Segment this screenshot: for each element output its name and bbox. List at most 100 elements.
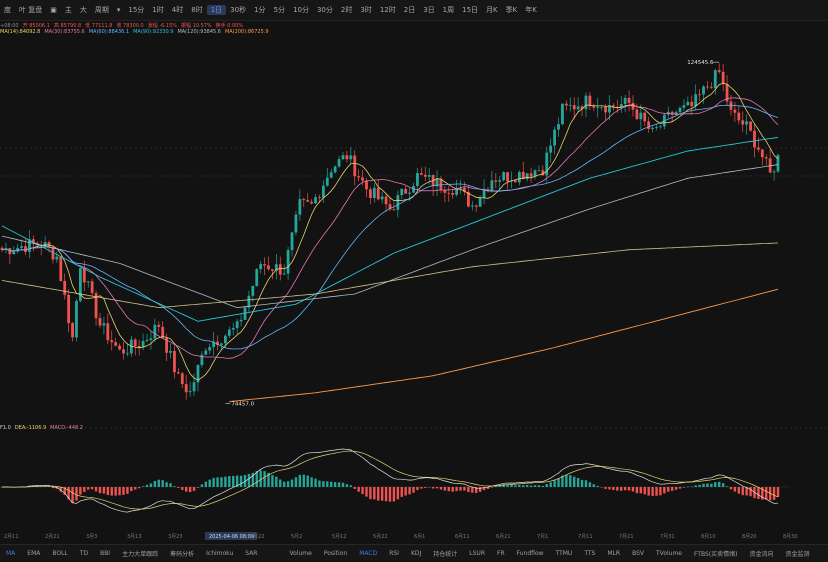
indicator-tab-left-0[interactable]: MA: [0, 550, 21, 557]
indicator-tab-right-6[interactable]: LSUR: [463, 550, 491, 557]
macd-histogram-bar: [384, 487, 388, 502]
indicator-tab-left-5[interactable]: 主力大单跟踪: [116, 549, 164, 558]
macd-histogram-bar: [290, 479, 294, 487]
candle-body: [294, 214, 298, 233]
timeframe-26[interactable]: 年K: [521, 5, 541, 15]
candle-body: [764, 157, 768, 159]
candle-body: [498, 180, 502, 182]
timeframe-22[interactable]: 1周: [439, 5, 458, 15]
candle-body: [16, 247, 20, 252]
indicator-tab-right-4[interactable]: KDJ: [405, 550, 427, 557]
candle-body: [380, 196, 384, 200]
timeframe-10[interactable]: 8时: [187, 5, 206, 15]
timeframe-1[interactable]: 叶 复盘: [15, 5, 46, 15]
timeframe-25[interactable]: 季K: [502, 5, 522, 15]
indicator-tab-right-0[interactable]: Volume: [283, 550, 317, 557]
candle-body: [133, 339, 137, 346]
candle-body: [106, 323, 110, 341]
macd-histogram-bar: [400, 487, 403, 497]
macd-histogram-bar: [608, 487, 611, 490]
macd-histogram-bar: [185, 487, 188, 492]
indicator-tab-right-13[interactable]: TVolume: [650, 550, 688, 557]
candle-body: [223, 335, 227, 344]
timeframe-11[interactable]: 1日: [206, 5, 227, 15]
macd-histogram-bar: [224, 476, 227, 487]
macd-histogram-bar: [181, 487, 184, 490]
candlestick-chart[interactable]: 124545.6 74457.0 2月11 2月21 3月3 3月13 3月23 2025-0…: [0, 20, 828, 544]
candle-body: [584, 95, 588, 110]
indicator-tab-right-11[interactable]: MLR: [601, 550, 626, 557]
timeframe-16[interactable]: 30分: [313, 5, 337, 15]
macd-histogram-bar: [424, 487, 427, 488]
indicator-tab-right-5[interactable]: 持仓统计: [427, 549, 463, 558]
timeframe-5[interactable]: 周期: [91, 5, 113, 15]
macd-histogram-bar: [396, 487, 400, 500]
macd-histogram-bar: [200, 484, 204, 487]
timeframe-19[interactable]: 12时: [376, 5, 400, 15]
timeframe-9[interactable]: 4时: [168, 5, 187, 15]
macd-histogram-bar: [141, 486, 145, 487]
indicator-tab-right-12[interactable]: BSV: [626, 550, 650, 557]
macd-histogram-bar: [118, 487, 121, 496]
x-tick-label-16: 7月31: [660, 534, 675, 540]
timeframe-13[interactable]: 1分: [250, 5, 269, 15]
macd-histogram-bar: [345, 484, 349, 487]
indicator-tab-right-3[interactable]: RSI: [383, 550, 405, 557]
timeframe-8[interactable]: 1时: [148, 5, 167, 15]
macd-histogram-bar: [349, 485, 353, 487]
macd-histogram-bar: [490, 487, 494, 488]
candle-body: [118, 345, 121, 350]
indicator-tab-right-9[interactable]: TTMU: [550, 550, 579, 557]
macd-histogram-bar: [137, 487, 141, 489]
macd-histogram-bar: [239, 475, 243, 487]
macd-histogram-bar: [616, 487, 619, 491]
timeframe-15[interactable]: 10分: [289, 5, 313, 15]
indicator-tab-right-2[interactable]: MACD: [353, 550, 383, 557]
candle-body: [220, 343, 223, 345]
indicator-tab-left-2[interactable]: BOLL: [46, 550, 73, 557]
indicator-tab-right-7[interactable]: FR: [491, 550, 511, 557]
indicator-tab-left-3[interactable]: TD: [74, 550, 94, 557]
indicator-tab-left-4[interactable]: BBI: [94, 550, 116, 557]
indicator-tab-left-1[interactable]: EMA: [21, 550, 46, 557]
timeframe-6[interactable]: ▾: [113, 6, 125, 14]
indicator-tab-right-15[interactable]: 资金流向: [744, 549, 780, 558]
macd-histogram-bar: [455, 487, 458, 492]
timeframe-0[interactable]: 度: [0, 5, 15, 15]
candle-body: [353, 155, 357, 177]
macd-histogram-bar: [549, 482, 552, 487]
indicator-tab-left-7[interactable]: Ichimoku: [200, 550, 239, 557]
timeframe-12[interactable]: 30秒: [226, 5, 250, 15]
indicator-tab-left-6[interactable]: 筹码分析: [164, 549, 200, 558]
timeframe-3[interactable]: 主: [61, 5, 76, 15]
indicator-tab-right-10[interactable]: TTS: [578, 550, 601, 557]
candle-body: [690, 101, 694, 107]
indicator-tab-left-8[interactable]: SAR: [239, 550, 263, 557]
timeframe-7[interactable]: 15分: [124, 5, 148, 15]
timeframe-20[interactable]: 2日: [400, 5, 419, 15]
macd-histogram-bar: [79, 487, 82, 495]
timeframe-14[interactable]: 5分: [270, 5, 289, 15]
macd-histogram-bar: [380, 487, 384, 501]
x-tick-label-1: 2月21: [45, 534, 60, 540]
indicator-tab-right-16[interactable]: 资金监测: [780, 549, 816, 558]
low-price-label: 74457.0: [231, 401, 254, 407]
timeframe-2[interactable]: ▣: [46, 6, 61, 14]
timeframe-24[interactable]: 月K: [482, 5, 502, 15]
indicator-tab-right-1[interactable]: Position: [318, 550, 353, 557]
timeframe-4[interactable]: 大: [76, 5, 91, 15]
candle-body: [451, 193, 455, 195]
indicator-tab-right-8[interactable]: Fundflow: [511, 550, 550, 557]
macd-histogram-bar: [369, 487, 372, 500]
timeframe-18[interactable]: 3时: [356, 5, 375, 15]
candle-body: [55, 256, 59, 260]
timeframe-21[interactable]: 3日: [419, 5, 438, 15]
timeframe-toolbar: 度叶 复盘 ▣ 主大周期 ▾ 15分 1时 4时 8时 1日 30秒 1分 5分 10分 30分 2时 3时 1…: [0, 0, 828, 21]
macd-histogram-bar: [725, 486, 729, 487]
candle-body: [557, 124, 560, 130]
indicator-tab-right-14[interactable]: FTBS(买卖情绪): [688, 549, 744, 558]
x-tick-label-4: 3月23: [168, 534, 183, 540]
timeframe-17[interactable]: 2时: [337, 5, 356, 15]
timeframe-23[interactable]: 15日: [458, 5, 482, 15]
macd-histogram-bar: [361, 487, 364, 495]
